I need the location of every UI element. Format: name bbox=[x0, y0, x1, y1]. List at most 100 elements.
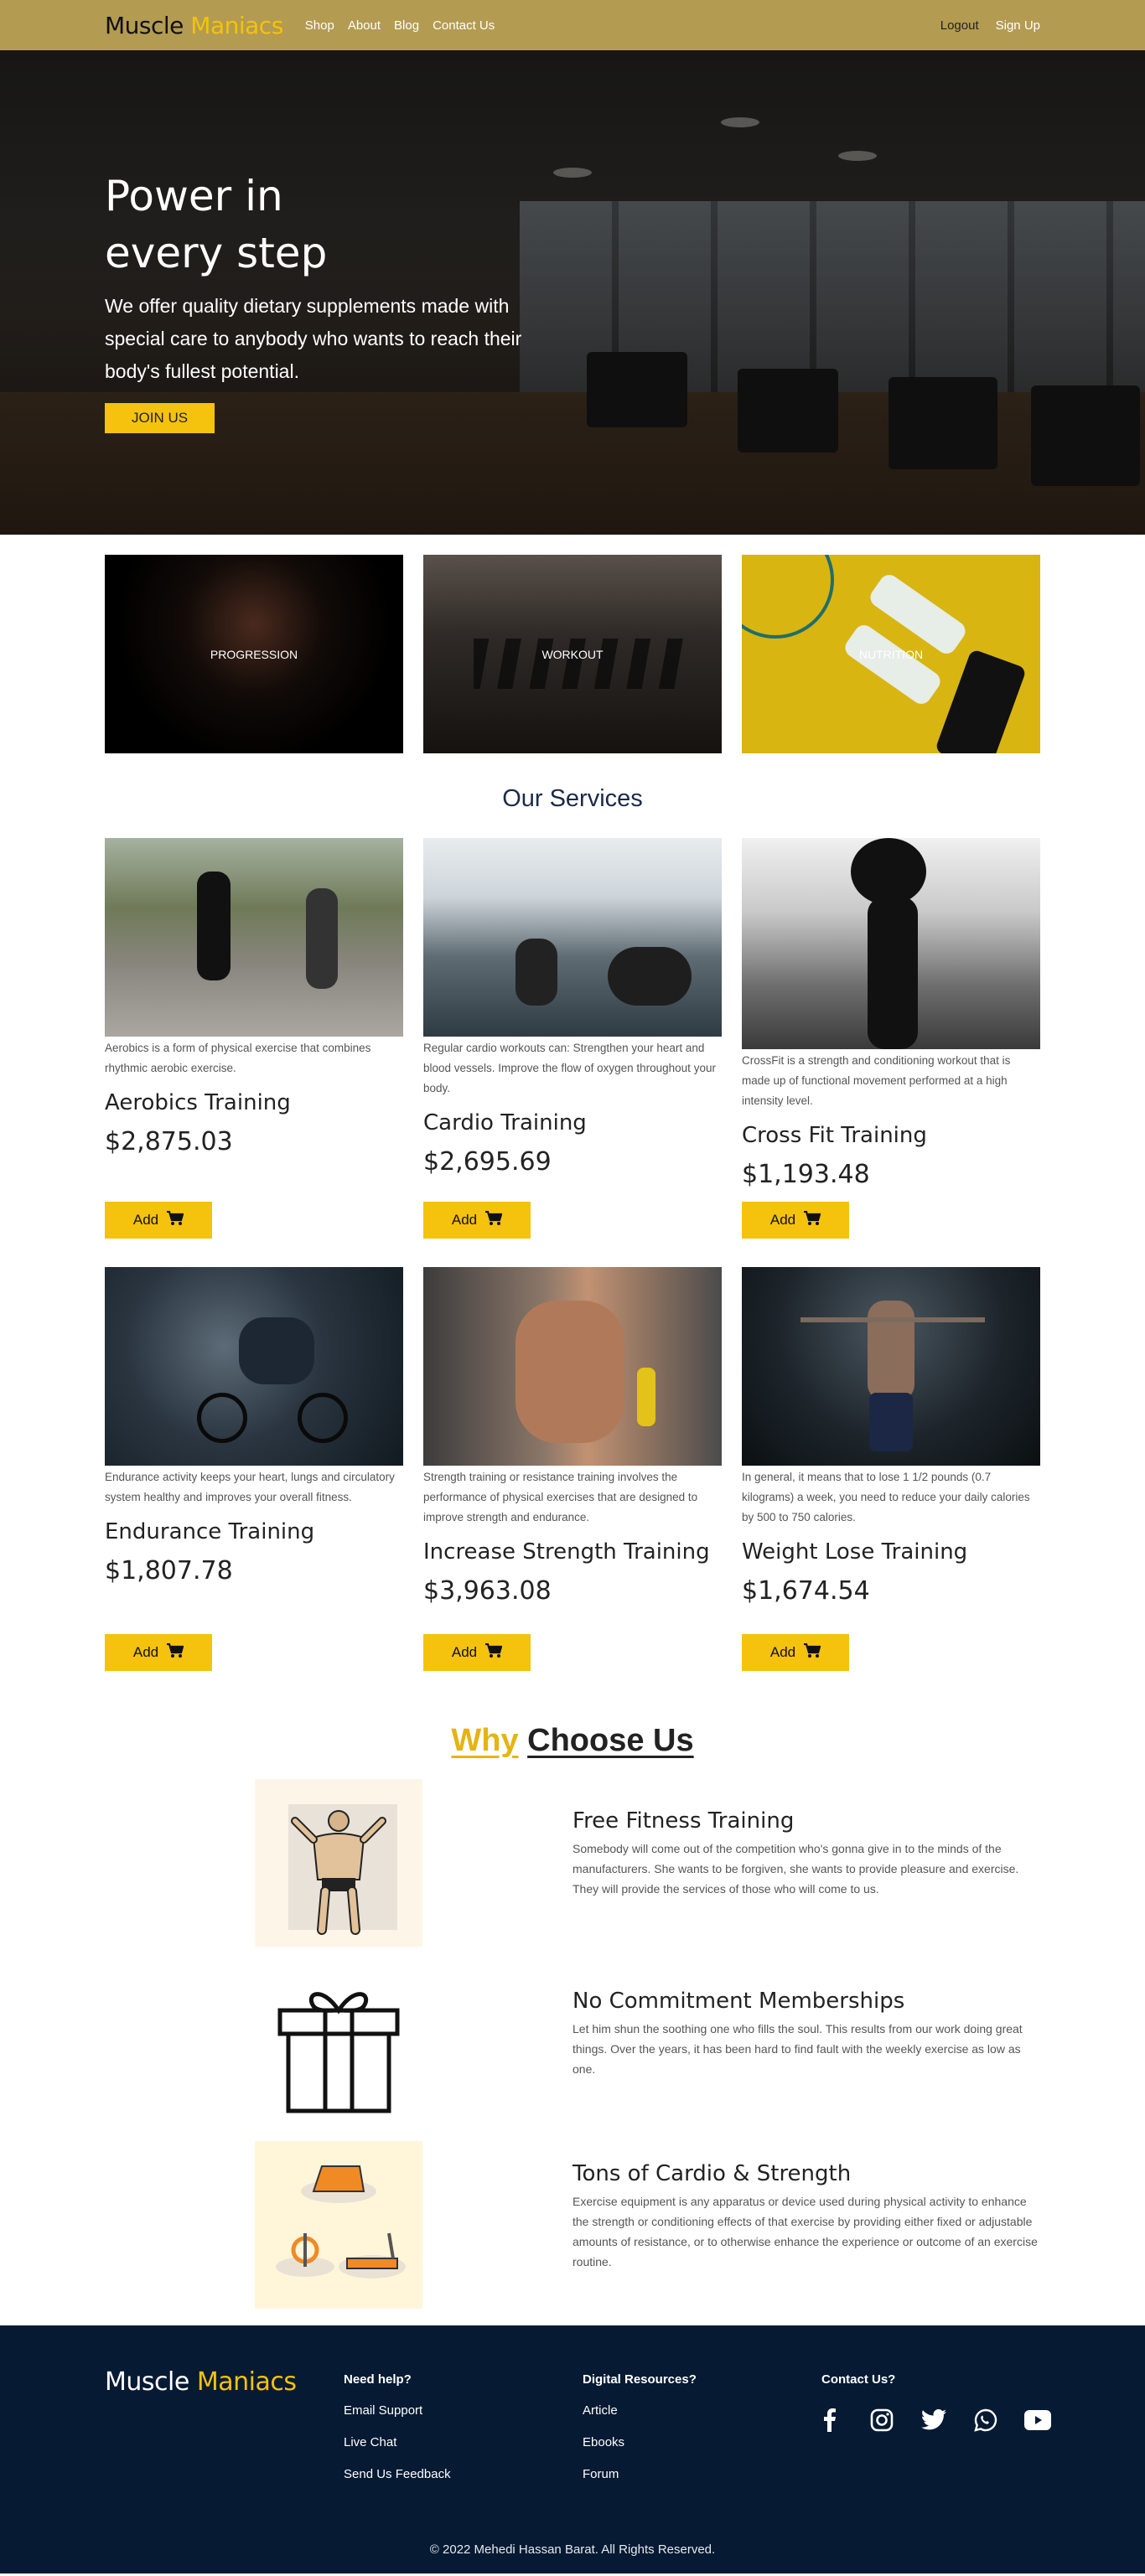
nav-link-about[interactable]: About bbox=[348, 18, 381, 33]
brand-main: Muscle bbox=[105, 11, 191, 39]
category-label: PROGRESSION bbox=[210, 647, 298, 661]
runner-shape bbox=[306, 888, 338, 989]
service-image bbox=[105, 838, 403, 1037]
category-card-workout[interactable]: WORKOUT bbox=[423, 555, 722, 753]
service-price: $2,875.03 bbox=[105, 1127, 233, 1156]
brand-logo[interactable]: Muscle Maniacs bbox=[105, 12, 283, 39]
services-grid: Aerobics is a form of physical exercise … bbox=[0, 813, 1145, 1245]
social-icons bbox=[813, 2403, 1054, 2437]
service-image bbox=[105, 1267, 403, 1466]
feature-cardio-strength: Tons of Cardio & Strength Exercise equip… bbox=[0, 2141, 1145, 2315]
whatsapp-icon[interactable] bbox=[969, 2403, 1003, 2437]
weight-ball-shape bbox=[851, 838, 926, 905]
add-to-cart-button[interactable]: Add bbox=[423, 1202, 531, 1239]
why-title-rest: Choose Us bbox=[527, 1723, 694, 1758]
logout-link[interactable]: Logout bbox=[940, 18, 979, 33]
service-card-weight-loss: In general, it means that to lose 1 1/2 … bbox=[742, 1267, 1040, 1671]
equipment-shape bbox=[608, 947, 692, 1006]
add-label: Add bbox=[451, 1212, 478, 1228]
footer-brand[interactable]: Muscle Maniacs bbox=[105, 2367, 297, 2397]
nav-link-contact[interactable]: Contact Us bbox=[433, 18, 495, 33]
service-name: Increase Strength Training bbox=[423, 1539, 710, 1565]
service-price: $1,193.48 bbox=[742, 1160, 870, 1189]
hero-content: Power in every step We offer quality die… bbox=[105, 168, 524, 433]
hero-banner: Power in every step We offer quality die… bbox=[0, 50, 1145, 535]
athlete-shape bbox=[516, 1301, 624, 1443]
service-description: CrossFit is a strength and conditioning … bbox=[742, 1054, 1011, 1107]
add-to-cart-button[interactable]: Add bbox=[105, 1634, 212, 1671]
feature-title: No Commitment Memberships bbox=[572, 1989, 905, 2014]
send-feedback-link[interactable]: Send Us Feedback bbox=[344, 2467, 451, 2481]
service-description: Regular cardio workouts can: Strengthen … bbox=[423, 1042, 716, 1094]
footer-brand-accent: Maniacs bbox=[196, 2367, 297, 2397]
phone-shape bbox=[934, 648, 1028, 753]
cyclist-shape bbox=[239, 1317, 314, 1384]
cart-icon bbox=[167, 1210, 184, 1230]
service-image bbox=[742, 838, 1040, 1049]
gym-equipment-illustration bbox=[255, 2141, 422, 2309]
feature-free-training: Free Fitness Training Somebody will come… bbox=[0, 1779, 1145, 1960]
service-card-endurance: Endurance activity keeps your heart, lun… bbox=[105, 1267, 403, 1671]
signup-link[interactable]: Sign Up bbox=[996, 18, 1040, 33]
feature-title: Tons of Cardio & Strength bbox=[572, 2161, 852, 2186]
feature-body: Free Fitness Training Somebody will come… bbox=[572, 1808, 1042, 1899]
athlete-silhouette-shape bbox=[868, 897, 918, 1049]
athlete-shape bbox=[516, 939, 557, 1006]
footer-column-title: Digital Resources? bbox=[583, 2372, 697, 2387]
add-to-cart-button[interactable]: Add bbox=[423, 1634, 531, 1671]
service-name: Endurance Training bbox=[105, 1519, 315, 1544]
service-name: Cross Fit Training bbox=[742, 1123, 927, 1148]
nav-link-blog[interactable]: Blog bbox=[394, 18, 419, 33]
runner-shape bbox=[197, 872, 231, 980]
feature-text: Exercise equipment is any apparatus or d… bbox=[572, 2195, 1038, 2268]
category-card-progression[interactable]: PROGRESSION bbox=[105, 555, 403, 753]
ebooks-link[interactable]: Ebooks bbox=[583, 2435, 697, 2449]
footer-column-title: Contact Us? bbox=[821, 2372, 896, 2387]
service-description: Aerobics is a form of physical exercise … bbox=[105, 1042, 371, 1074]
footer-column-title: Need help? bbox=[344, 2372, 412, 2387]
cart-icon bbox=[167, 1642, 184, 1663]
instagram-icon[interactable] bbox=[865, 2403, 899, 2437]
footer-brand-main: Muscle bbox=[105, 2367, 197, 2397]
join-us-button[interactable]: JOIN US bbox=[105, 403, 215, 433]
add-to-cart-button[interactable]: Add bbox=[742, 1634, 849, 1671]
article-link[interactable]: Article bbox=[583, 2403, 697, 2418]
navbar: Muscle Maniacs Shop About Blog Contact U… bbox=[0, 0, 1145, 50]
category-label: NUTRITION bbox=[858, 647, 924, 661]
live-chat-link[interactable]: Live Chat bbox=[344, 2435, 451, 2449]
gift-box-icon bbox=[255, 1960, 422, 2128]
service-description: Strength training or resistance training… bbox=[423, 1471, 698, 1523]
add-label: Add bbox=[132, 1212, 159, 1228]
jump-rope-shape bbox=[742, 555, 834, 639]
cart-icon bbox=[804, 1210, 821, 1230]
hero-text: We offer quality dietary supplements mad… bbox=[105, 295, 522, 382]
footer-help-column: Need help? Email Support Live Chat Send … bbox=[344, 2372, 451, 2499]
service-card-aerobics: Aerobics is a form of physical exercise … bbox=[105, 838, 403, 1245]
category-card-nutrition[interactable]: NUTRITION bbox=[742, 555, 1040, 753]
twitter-icon[interactable] bbox=[917, 2403, 951, 2437]
add-to-cart-button[interactable]: Add bbox=[742, 1202, 849, 1239]
service-card-strength: Strength training or resistance training… bbox=[423, 1267, 722, 1671]
add-label: Add bbox=[769, 1644, 796, 1660]
nav-link-shop[interactable]: Shop bbox=[305, 18, 334, 33]
service-price: $1,674.54 bbox=[742, 1576, 870, 1606]
service-name: Aerobics Training bbox=[105, 1090, 291, 1115]
feature-no-commitment: No Commitment Memberships Let him shun t… bbox=[0, 1960, 1145, 2141]
service-image bbox=[423, 1267, 722, 1466]
email-support-link[interactable]: Email Support bbox=[344, 2403, 451, 2418]
shorts-shape bbox=[869, 1393, 913, 1451]
feature-title: Free Fitness Training bbox=[572, 1808, 795, 1834]
facebook-icon[interactable] bbox=[813, 2403, 847, 2437]
youtube-icon[interactable] bbox=[1021, 2403, 1054, 2437]
service-card-cardio: Regular cardio workouts can: Strengthen … bbox=[423, 838, 722, 1245]
cart-icon bbox=[804, 1642, 821, 1663]
feature-text: Somebody will come out of the competitio… bbox=[572, 1842, 1019, 1896]
forum-link[interactable]: Forum bbox=[583, 2467, 697, 2481]
category-cards: PROGRESSION WORKOUT NUTRITION bbox=[0, 535, 1145, 753]
brand-accent: Maniacs bbox=[190, 11, 283, 39]
why-title-accent: Why bbox=[451, 1723, 519, 1758]
service-image bbox=[423, 838, 722, 1037]
add-to-cart-button[interactable]: Add bbox=[105, 1202, 212, 1239]
add-label: Add bbox=[451, 1644, 478, 1660]
bodybuilder-illustration bbox=[255, 1779, 422, 1947]
